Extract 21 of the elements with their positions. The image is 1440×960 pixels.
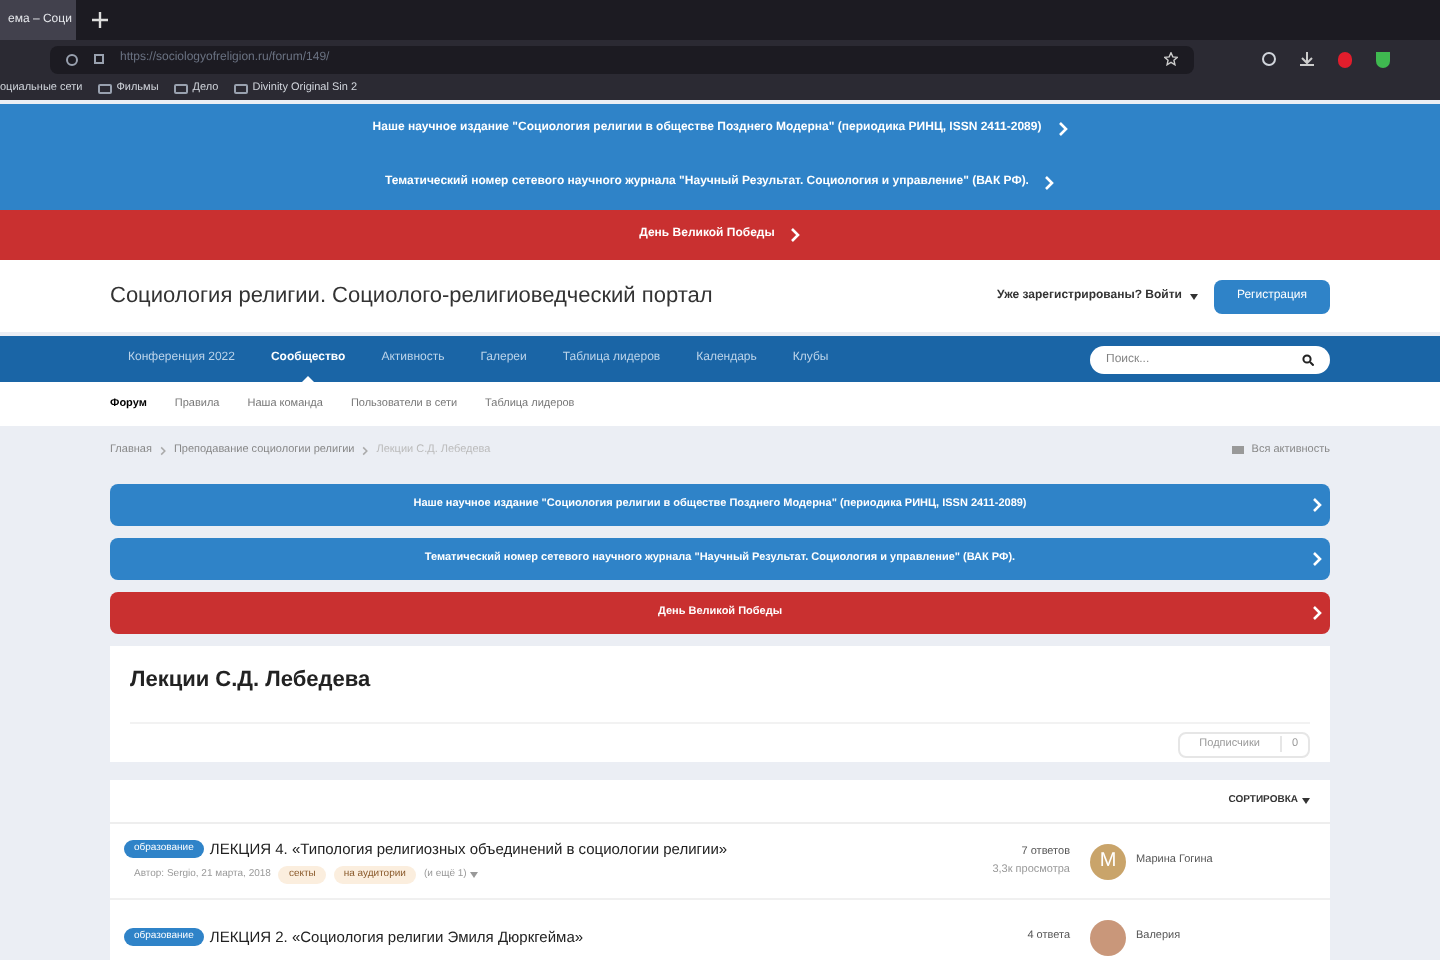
caret-icon xyxy=(470,872,479,879)
forum-title: Лекции С.Д. Лебедева xyxy=(130,666,373,696)
caret-icon xyxy=(1190,293,1198,299)
site-title: Социология религии. Социолого-религиоведческий портал xyxy=(110,281,713,312)
extension-icon[interactable] xyxy=(1338,51,1352,67)
avatar-placeholder xyxy=(1090,919,1126,955)
chevron-icon xyxy=(1312,498,1322,512)
search-icon[interactable] xyxy=(1302,353,1314,365)
chevron-icon xyxy=(1057,122,1068,136)
download-icon[interactable] xyxy=(1300,52,1314,66)
chevron-icon xyxy=(1312,606,1322,620)
activity-icon xyxy=(1231,446,1244,454)
user-avatar: M xyxy=(1090,843,1126,879)
chevron-icon xyxy=(362,445,369,455)
chevron-icon xyxy=(790,228,801,242)
star-icon[interactable] xyxy=(1164,52,1178,66)
chevron-icon xyxy=(1044,175,1055,189)
caret-icon xyxy=(1302,798,1310,804)
chevron-icon xyxy=(159,445,166,455)
chevron-icon xyxy=(1312,552,1322,566)
new-tab-icon[interactable] xyxy=(92,12,108,28)
